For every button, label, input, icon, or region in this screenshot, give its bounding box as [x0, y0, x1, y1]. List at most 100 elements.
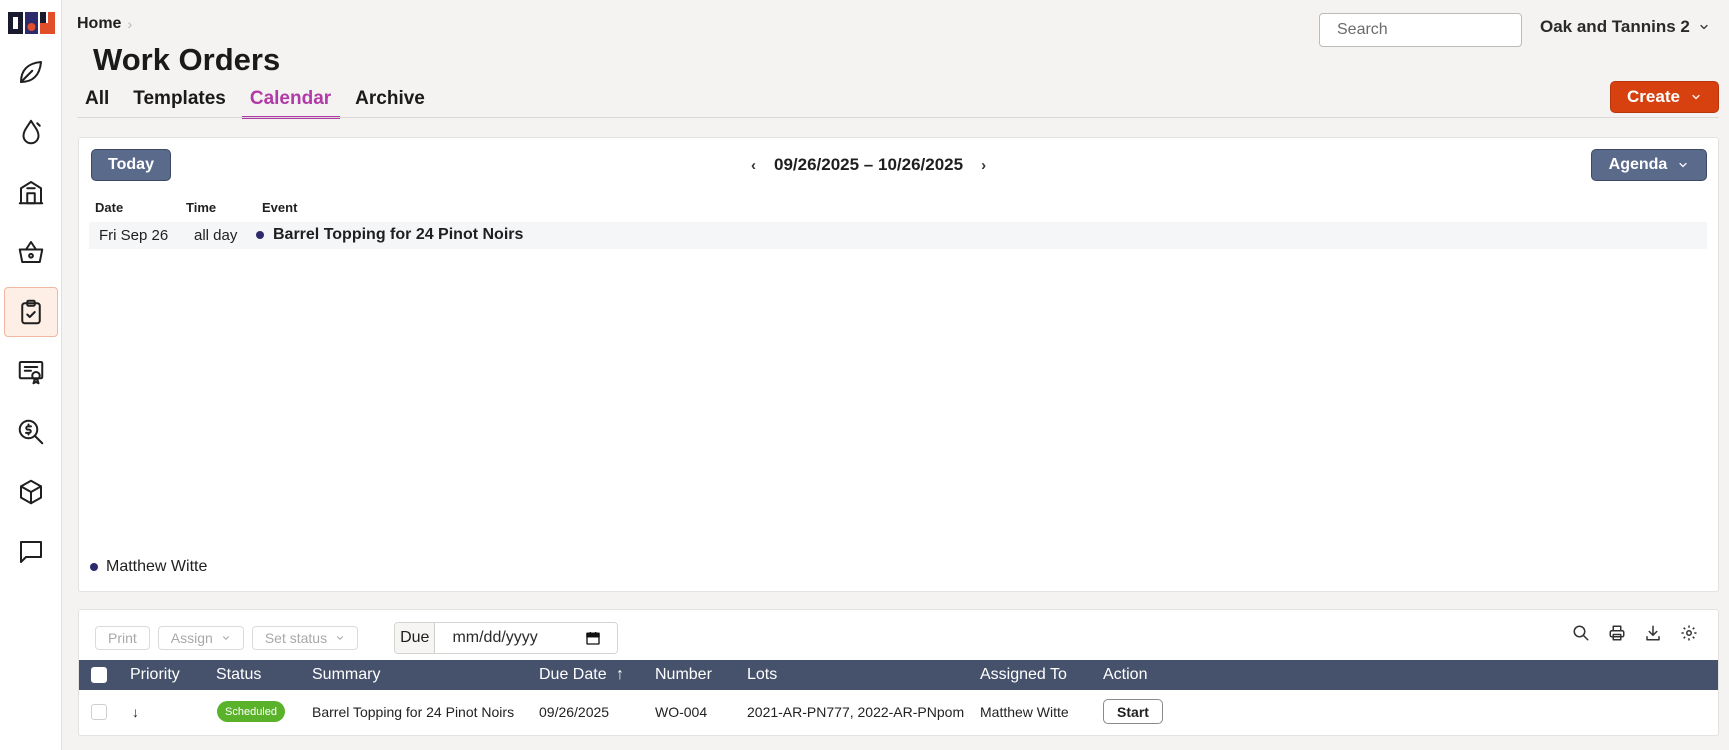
dollar-search-icon	[18, 419, 44, 445]
agenda-event-date: Fri Sep 26	[99, 227, 169, 244]
prev-range-button[interactable]: ‹	[747, 157, 760, 174]
start-button[interactable]: Start	[1103, 699, 1163, 724]
basket-icon	[18, 241, 44, 263]
chevron-down-icon	[1679, 162, 1687, 168]
sidebar	[0, 0, 62, 750]
chat-icon	[20, 541, 42, 563]
agenda-event-time: all day	[194, 227, 238, 244]
date-range-nav: ‹ 09/26/2025 – 10/26/2025 ›	[747, 155, 990, 175]
cell-lots: 2021-AR-PN777, 2022-AR-PNpom	[747, 704, 965, 720]
col-summary[interactable]: Summary	[312, 666, 380, 684]
select-all-checkbox[interactable]	[91, 667, 107, 683]
page-title: Work Orders	[93, 42, 281, 77]
assign-button-label: Assign	[170, 630, 213, 646]
search-icon[interactable]	[1572, 624, 1590, 642]
download-icon[interactable]	[1644, 624, 1662, 642]
org-selector[interactable]: Oak and Tannins 2	[1540, 17, 1710, 37]
view-select-label: Agenda	[1608, 156, 1668, 173]
event-color-dot	[256, 231, 264, 239]
today-button[interactable]: Today	[91, 149, 171, 181]
view-select-button[interactable]: Agenda	[1591, 149, 1707, 181]
work-orders-table-panel: Print Assign Set status Due mm/dd/yyyy P…	[78, 609, 1719, 736]
sidebar-item-messages[interactable]	[4, 527, 58, 577]
col-assigned-to[interactable]: Assigned To	[980, 666, 1067, 684]
calendar-panel: Today ‹ 09/26/2025 – 10/26/2025 › Agenda…	[78, 137, 1719, 592]
sidebar-item-building[interactable]	[4, 167, 58, 217]
tab-bar: All Templates Calendar Archive	[77, 86, 441, 119]
agenda-event-row[interactable]: Fri Sep 26 all day Barrel Topping for 24…	[89, 222, 1707, 249]
col-lots[interactable]: Lots	[747, 666, 777, 684]
sidebar-item-certificate[interactable]	[4, 347, 58, 397]
clipboard-check-icon	[21, 299, 41, 325]
tab-calendar[interactable]: Calendar	[241, 86, 341, 119]
cell-due-date: 09/26/2025	[539, 704, 610, 720]
breadcrumb-home[interactable]: Home	[77, 15, 121, 33]
table-toolbar: Print Assign Set status Due mm/dd/yyyy	[95, 622, 619, 654]
print-button[interactable]: Print	[95, 626, 150, 650]
table-header: Priority Status Summary Due Date ↑ Numbe…	[79, 660, 1718, 690]
tab-templates[interactable]: Templates	[125, 86, 235, 119]
chevron-down-icon	[222, 636, 229, 640]
print-button-label: Print	[108, 630, 137, 646]
gear-icon[interactable]	[1680, 624, 1698, 642]
col-number[interactable]: Number	[655, 666, 712, 684]
agenda-header-time: Time	[186, 200, 217, 215]
due-date-placeholder: mm/dd/yyyy	[452, 629, 538, 646]
sidebar-item-leaf[interactable]	[4, 47, 58, 97]
next-range-button[interactable]: ›	[977, 157, 990, 174]
breadcrumb-separator: ›	[127, 16, 133, 32]
legend-label: Matthew Witte	[106, 558, 208, 575]
building-icon	[18, 181, 44, 205]
calendar-icon[interactable]	[585, 630, 601, 646]
calendar-legend: Matthew Witte	[90, 558, 207, 576]
agenda-header-date: Date	[95, 200, 124, 215]
create-button[interactable]: Create	[1610, 81, 1719, 113]
status-badge: Scheduled	[217, 701, 285, 722]
app-logo[interactable]	[8, 10, 56, 36]
priority-icon: ↓	[132, 704, 139, 720]
col-action: Action	[1103, 666, 1148, 683]
set-status-button[interactable]: Set status	[251, 626, 359, 650]
row-checkbox[interactable]	[91, 704, 107, 720]
date-range-label: 09/26/2025 – 10/26/2025	[774, 155, 964, 174]
assign-button[interactable]: Assign	[157, 626, 244, 650]
chevron-down-icon	[337, 636, 344, 640]
col-priority[interactable]: Priority	[130, 666, 180, 684]
due-date-filter: Due mm/dd/yyyy	[394, 622, 619, 654]
tab-archive[interactable]: Archive	[347, 86, 434, 119]
tab-all[interactable]: All	[77, 86, 118, 119]
chevron-down-icon	[1692, 94, 1700, 100]
org-name: Oak and Tannins 2	[1540, 17, 1690, 36]
search-box[interactable]	[1319, 13, 1544, 47]
sidebar-item-inventory[interactable]	[4, 467, 58, 517]
certificate-icon	[18, 361, 44, 385]
sidebar-item-drop[interactable]	[4, 107, 58, 157]
legend-color-dot	[90, 563, 98, 571]
sidebar-item-costs[interactable]	[4, 407, 58, 457]
sort-ascending-icon: ↑	[616, 666, 624, 683]
leaf-icon	[20, 61, 42, 83]
agenda-event-title[interactable]: Barrel Topping for 24 Pinot Noirs	[273, 226, 523, 244]
chevron-down-icon	[1700, 24, 1708, 30]
create-button-label: Create	[1627, 87, 1680, 106]
col-status[interactable]: Status	[216, 666, 261, 684]
sidebar-item-work-orders[interactable]	[4, 287, 58, 337]
sidebar-item-basket[interactable]	[4, 227, 58, 277]
due-filter-label: Due	[395, 623, 436, 653]
table-row[interactable]: ↓ Scheduled Barrel Topping for 24 Pinot …	[79, 690, 1718, 734]
cell-summary[interactable]: Barrel Topping for 24 Pinot Noirs	[312, 704, 514, 720]
set-status-button-label: Set status	[264, 630, 328, 646]
printer-icon[interactable]	[1608, 624, 1626, 642]
search-input[interactable]	[1337, 21, 1544, 39]
col-due-date[interactable]: Due Date	[539, 666, 607, 684]
cell-number: WO-004	[655, 704, 708, 720]
agenda-header-event: Event	[262, 200, 298, 215]
cell-assigned-to: Matthew Witte	[980, 704, 1069, 720]
flame-drop-icon	[22, 119, 41, 145]
app: Home › Work Orders Oak and Tannins 2 All…	[0, 0, 1729, 750]
cube-icon	[20, 479, 42, 505]
due-date-input[interactable]: mm/dd/yyyy	[435, 623, 618, 653]
breadcrumb: Home ›	[77, 15, 132, 33]
tabs-divider	[77, 117, 1719, 118]
table-tools	[1572, 624, 1698, 642]
